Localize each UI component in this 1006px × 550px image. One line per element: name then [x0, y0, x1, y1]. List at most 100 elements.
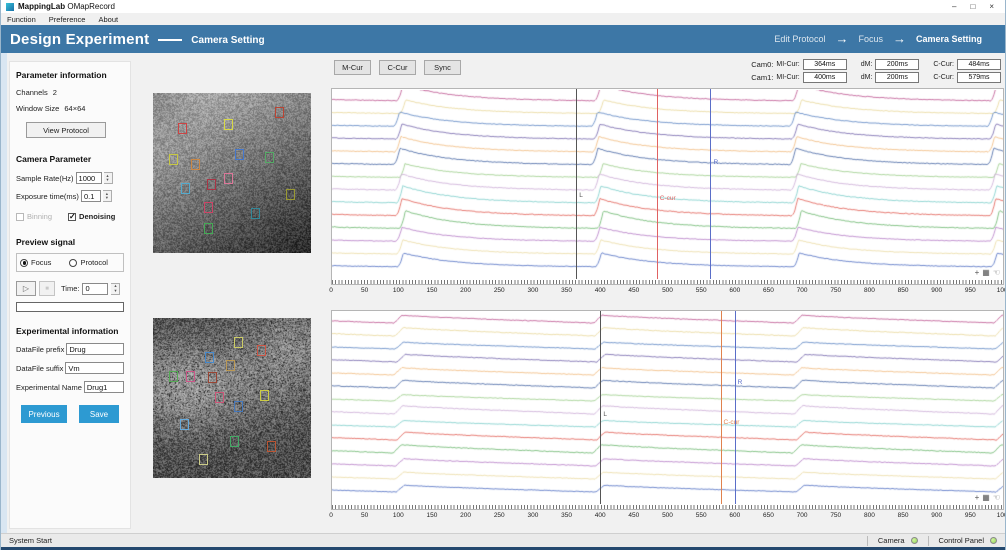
step-camera-setting[interactable]: Camera Setting: [916, 34, 982, 44]
cam1-dm-value[interactable]: [875, 72, 919, 83]
roi-box[interactable]: [204, 223, 213, 234]
cam1-preview[interactable]: [153, 318, 311, 478]
play-button[interactable]: ▷: [16, 281, 36, 296]
spinner-down-icon[interactable]: ▾: [114, 289, 116, 294]
cam1-signal-plot[interactable]: + ▦ ☜ L C-cur R: [331, 310, 1004, 510]
pan-hand-icon[interactable]: ☜: [993, 494, 1000, 502]
roi-box[interactable]: [235, 149, 244, 160]
cam0-signal-plot[interactable]: + ▦ ☜ L C-cur R: [331, 88, 1004, 285]
sample-rate-stepper[interactable]: ▴▾: [104, 172, 113, 184]
roi-box[interactable]: [257, 345, 266, 356]
pan-hand-icon[interactable]: ☜: [993, 269, 1000, 277]
close-icon[interactable]: ×: [989, 0, 994, 13]
c-cur-button[interactable]: C-Cur: [379, 60, 416, 75]
view-protocol-button[interactable]: View Protocol: [26, 122, 106, 138]
exposure-time-input[interactable]: [81, 190, 101, 202]
menu-item-function[interactable]: Function: [7, 15, 36, 24]
roi-box[interactable]: [286, 189, 295, 200]
roi-box[interactable]: [234, 337, 243, 348]
roi-box[interactable]: [224, 119, 233, 130]
denoising-label: Denoising: [79, 212, 115, 221]
cam1-mi-cur-value[interactable]: [803, 72, 847, 83]
denoising-checkbox[interactable]: [68, 213, 76, 221]
sample-rate-input[interactable]: [76, 172, 102, 184]
focus-radio[interactable]: [20, 259, 28, 267]
roi-box[interactable]: [169, 371, 178, 382]
binning-checkbox[interactable]: [16, 213, 24, 221]
cursor-line-l[interactable]: L: [600, 311, 601, 504]
x-tick-label: 850: [898, 287, 909, 294]
x-tick-label: 750: [830, 512, 841, 519]
roi-box[interactable]: [267, 441, 276, 452]
step-focus[interactable]: Focus: [858, 34, 883, 44]
roi-box[interactable]: [186, 371, 195, 382]
roi-box[interactable]: [251, 208, 260, 219]
cam0-c-cur-value[interactable]: [957, 59, 1001, 70]
m-cur-button[interactable]: M-Cur: [334, 60, 371, 75]
roi-box[interactable]: [226, 360, 235, 371]
roi-box[interactable]: [204, 202, 213, 213]
roi-box[interactable]: [180, 419, 189, 430]
roi-box[interactable]: [181, 183, 190, 194]
x-tick-label: 50: [361, 512, 368, 519]
region-select-icon[interactable]: ▦: [982, 494, 990, 502]
cam0-preview[interactable]: [153, 93, 311, 253]
sync-button[interactable]: Sync: [424, 60, 461, 75]
title-dash: [158, 39, 182, 41]
menu-item-preference[interactable]: Preference: [49, 15, 86, 24]
cam1-image[interactable]: [153, 318, 311, 478]
roi-box[interactable]: [169, 154, 178, 165]
roi-box[interactable]: [208, 372, 217, 383]
cursor-line-r[interactable]: R: [710, 89, 711, 279]
cam1-traces-canvas[interactable]: [332, 312, 1003, 503]
binning-label: Binning: [27, 212, 52, 221]
roi-box[interactable]: [224, 173, 233, 184]
spinner-down-icon[interactable]: ▾: [106, 196, 108, 201]
cursor-line-l[interactable]: L: [576, 89, 577, 279]
roi-box[interactable]: [191, 159, 200, 170]
minimize-icon[interactable]: –: [952, 0, 956, 13]
roi-box[interactable]: [260, 390, 269, 401]
zoom-plus-icon[interactable]: +: [975, 494, 980, 502]
datafile-suffix-input[interactable]: [65, 362, 124, 374]
exposure-time-stepper[interactable]: ▴▾: [103, 190, 112, 202]
roi-box[interactable]: [230, 436, 239, 447]
save-button[interactable]: Save: [79, 405, 119, 423]
roi-box[interactable]: [234, 401, 243, 412]
roi-box[interactable]: [178, 123, 187, 134]
time-stepper[interactable]: ▴▾: [111, 283, 120, 295]
cam1-c-cur-value[interactable]: [957, 72, 1001, 83]
cam0-mi-cur-value[interactable]: [803, 59, 847, 70]
step-edit-protocol[interactable]: Edit Protocol: [774, 34, 825, 44]
roi-box[interactable]: [265, 152, 274, 163]
cam0-dm-value[interactable]: [875, 59, 919, 70]
experimental-name-input[interactable]: [84, 381, 124, 393]
preview-progress-bar: [16, 302, 124, 312]
menu-item-about[interactable]: About: [98, 15, 118, 24]
x-tick-label: 550: [696, 512, 707, 519]
roi-box[interactable]: [205, 352, 214, 363]
cursor-line-c-cur[interactable]: C-cur: [721, 311, 722, 504]
sample-rate-label: Sample Rate(Hz): [16, 174, 74, 183]
roi-box[interactable]: [275, 107, 284, 118]
spinner-down-icon[interactable]: ▾: [106, 178, 108, 183]
datafile-prefix-input[interactable]: [66, 343, 124, 355]
cursor-line-r[interactable]: R: [735, 311, 736, 504]
cursor-line-c-cur[interactable]: C-cur: [657, 89, 658, 279]
x-tick-label: 1000: [997, 512, 1006, 519]
roi-box[interactable]: [207, 179, 216, 190]
maximize-icon[interactable]: □: [970, 0, 975, 13]
region-select-icon[interactable]: ▦: [982, 269, 990, 277]
zoom-plus-icon[interactable]: +: [975, 269, 980, 277]
cursor-label-r: R: [738, 379, 743, 386]
time-input[interactable]: [82, 283, 108, 295]
cam0-traces-canvas[interactable]: [332, 90, 1003, 278]
sidebar-panel: Parameter information Channels 2 Window …: [9, 61, 131, 529]
stop-button[interactable]: ■: [39, 281, 55, 296]
previous-button[interactable]: Previous: [21, 405, 67, 423]
status-separator: [928, 536, 929, 546]
protocol-radio[interactable]: [69, 259, 77, 267]
roi-box[interactable]: [215, 392, 224, 403]
experimental-name-label: Experimental Name: [16, 383, 82, 392]
roi-box[interactable]: [199, 454, 208, 465]
